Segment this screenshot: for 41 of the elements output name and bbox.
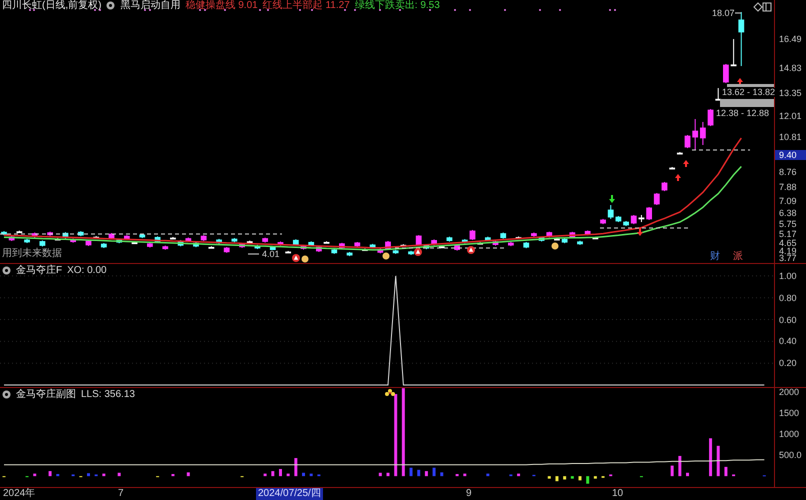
panel-title: 金马夺庄副图 <box>16 389 76 400</box>
price-range-label: 12.38 - 12.88 <box>716 109 770 118</box>
date-axis-label: 9 <box>466 488 472 500</box>
axis-tick-label: 16.49 <box>778 35 803 44</box>
axis-tick-label: 8.76 <box>778 168 798 176</box>
axis-tick-label: 10.81 <box>778 132 803 141</box>
axis-tick-label: 3.77 <box>778 254 798 262</box>
axis-tick-label: 7.88 <box>778 183 798 192</box>
axis-tick-label: 7.09 <box>778 196 798 205</box>
chart-note: 用到未来数据 <box>2 248 62 259</box>
axis-tick-label: 5.75 <box>778 220 798 228</box>
axis-tick-label: 1.00 <box>778 272 798 280</box>
axis-tick-label: 1000 <box>778 430 800 438</box>
indicator-value: 绿线下跌卖出: 9.53 <box>354 0 440 11</box>
panel-title: 金马夺庄F <box>16 265 62 276</box>
axis-tick-label: 2000 <box>778 388 800 396</box>
date-axis-label: 7 <box>118 488 124 500</box>
axis-tick-label: 5.17 <box>778 230 798 238</box>
axis-tick-label: 500.0 <box>778 451 803 460</box>
axis-tick-label: 0.80 <box>778 294 798 302</box>
indicator-reading: XO: 0.00 <box>67 265 107 276</box>
indicator-reading: LLS: 356.13 <box>81 389 135 400</box>
axis-tick-label: 13.35 <box>778 89 803 98</box>
date-axis-label: 2024年 <box>3 488 36 500</box>
indicator-value: 稳健操盘线 9.01 <box>185 0 258 11</box>
date-axis-label: 10 <box>612 488 624 500</box>
price-label: 18.07 <box>712 9 735 18</box>
axis-tick-label: 6.38 <box>778 209 798 218</box>
axis-tick-label: 4.19 <box>778 246 798 255</box>
price-range-label: 13.62 - 13.82 <box>722 88 776 97</box>
axis-tick-label: 0.40 <box>778 337 798 346</box>
axis-tick-label: 1500 <box>778 409 800 417</box>
axis-tick-label: 12.01 <box>778 112 803 120</box>
price-label: 4.01 <box>262 250 280 259</box>
stock-title: 四川长虹(日线,前复权) <box>2 0 102 11</box>
axis-tick-label: 0.20 <box>778 359 798 368</box>
current-price-label: 9.40 <box>775 150 806 160</box>
axis-tick-label: 4.65 <box>778 238 798 247</box>
axis-tick-label: 0.60 <box>778 316 798 324</box>
date-axis-label: 2024/07/25/四 <box>256 488 323 500</box>
axis-tick-label: 14.83 <box>778 64 803 72</box>
